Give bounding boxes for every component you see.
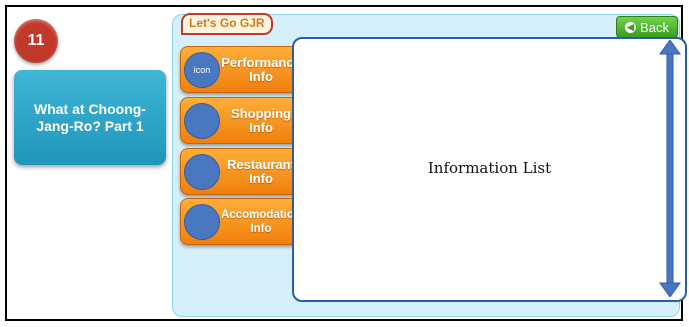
app-logo: Let's Go GJR (181, 13, 273, 35)
performance-icon-text: icon (193, 65, 211, 75)
performance-info-button[interactable]: icon Performance Info (180, 46, 302, 93)
back-button-label: Back (640, 19, 669, 35)
performance-info-label: Performance Info (221, 54, 301, 84)
restaurant-icon (184, 154, 220, 190)
lesson-number: 11 (27, 32, 45, 49)
performance-icon: icon (184, 52, 220, 88)
lesson-number-badge: 11 (14, 19, 58, 63)
information-list-title: Information List (427, 159, 552, 177)
information-list-panel: Information List (292, 37, 687, 302)
accomodation-icon (184, 204, 220, 240)
back-arrow-icon: ◀ (625, 21, 637, 33)
app-logo-text: Let's Go GJR (189, 16, 265, 30)
lesson-title: What at Choong-Jang-Ro? Part 1 (34, 100, 146, 134)
shopping-info-label: Shopping Info (231, 105, 291, 135)
restaurant-info-button[interactable]: Restaurant Info (180, 148, 302, 195)
back-button[interactable]: ◀ Back (616, 16, 678, 38)
restaurant-info-label: Restaurant Info (227, 156, 295, 186)
accomodation-info-label: Accomodation Info (221, 208, 301, 235)
scroll-arrow-icon[interactable] (659, 40, 681, 297)
shopping-info-button[interactable]: Shopping Info (180, 97, 302, 144)
shopping-icon (184, 103, 220, 139)
accomodation-info-button[interactable]: Accomodation Info (180, 198, 302, 245)
lesson-title-card[interactable]: What at Choong-Jang-Ro? Part 1 (14, 70, 166, 165)
